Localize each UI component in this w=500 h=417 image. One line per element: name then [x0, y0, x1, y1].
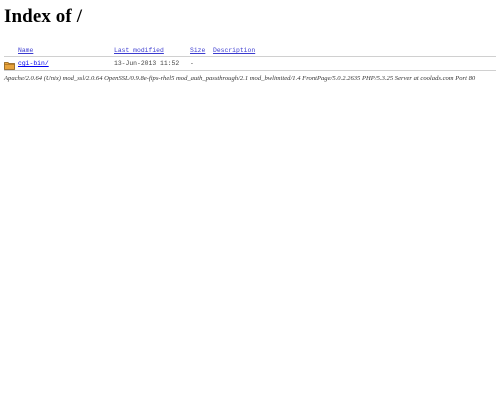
- entry-size: -: [190, 60, 194, 67]
- sort-by-last-modified-link[interactable]: Last modified: [114, 47, 164, 54]
- footer-divider: [4, 70, 496, 71]
- sort-by-description-link[interactable]: Description: [213, 47, 255, 54]
- directory-listing-page: Index of / Name Last modified Size Descr…: [0, 0, 500, 417]
- sort-by-name-link[interactable]: Name: [18, 47, 33, 54]
- table-header-row: Name Last modified Size Description: [4, 46, 496, 56]
- entry-name-link[interactable]: cgi-bin/: [18, 60, 49, 67]
- file-listing-table: Name Last modified Size Description cgi-…: [4, 46, 496, 83]
- page-title: Index of /: [4, 6, 83, 27]
- sort-by-size-link[interactable]: Size: [190, 47, 205, 54]
- table-row: cgi-bin/ 13-Jun-2013 11:52 -: [4, 57, 496, 70]
- entry-last-modified: 13-Jun-2013 11:52: [114, 60, 180, 67]
- server-signature: Apache/2.0.64 (Unix) mod_ssl/2.0.64 Open…: [4, 75, 476, 82]
